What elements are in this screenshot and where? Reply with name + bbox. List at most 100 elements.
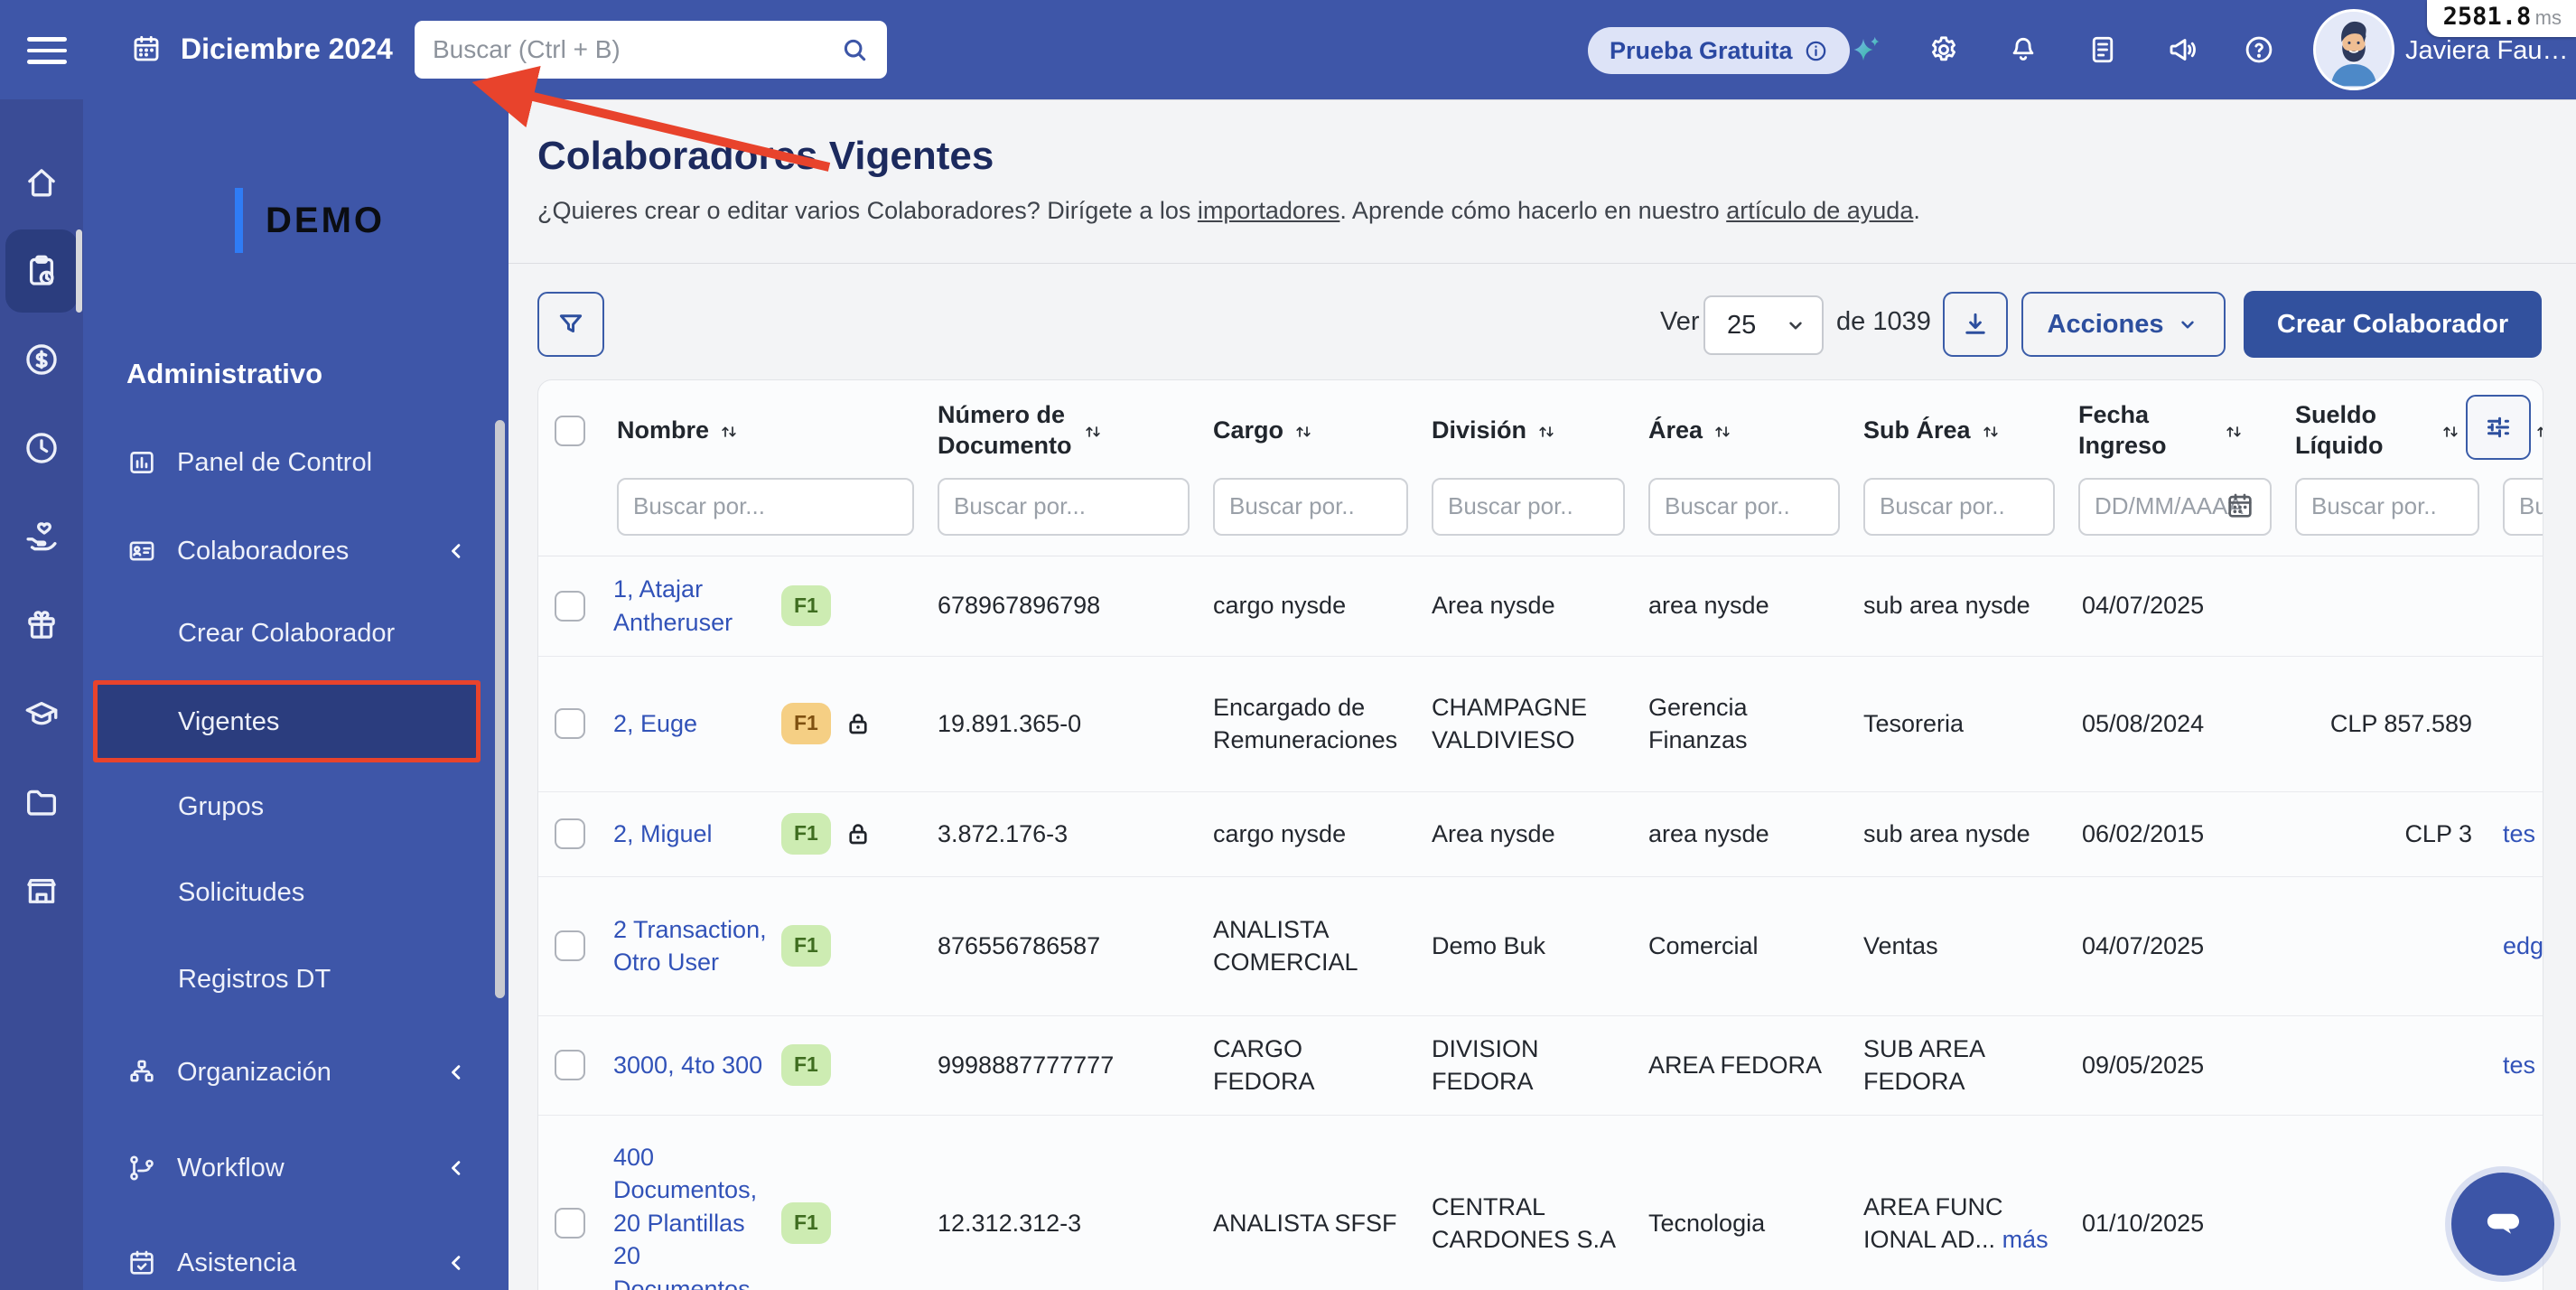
employee-name-link[interactable]: 3000, 4to 300 bbox=[613, 1049, 769, 1081]
table-row: 2, EugeF119.891.365-0Encargado de Remune… bbox=[538, 656, 2543, 791]
chevron-left-icon[interactable] bbox=[443, 1155, 469, 1181]
column-header-área: Área bbox=[1638, 416, 1853, 446]
column-settings-button[interactable] bbox=[2466, 395, 2531, 460]
sidebar-item-grupos[interactable]: Grupos bbox=[83, 778, 509, 836]
row-checkbox[interactable] bbox=[555, 818, 585, 849]
sidebar-item-workflow[interactable]: Workflow bbox=[83, 1139, 509, 1197]
employee-name-link[interactable]: 2, Miguel bbox=[613, 818, 769, 850]
sort-icon[interactable] bbox=[1082, 420, 1104, 442]
user-name[interactable]: Javiera Fau… bbox=[2405, 36, 2569, 66]
row-checkbox[interactable] bbox=[555, 708, 585, 739]
filter-input-número-de-documento[interactable] bbox=[938, 478, 1190, 536]
rail-scrollbar-thumb[interactable] bbox=[76, 229, 82, 313]
filter-input-sub-área[interactable] bbox=[1863, 478, 2055, 536]
row-checkbox[interactable] bbox=[555, 591, 585, 622]
sidebar-item-crear-colaborador[interactable]: Crear Colaborador bbox=[83, 604, 509, 662]
period-label[interactable]: Diciembre 2024 bbox=[181, 33, 393, 66]
chevron-left-icon[interactable] bbox=[443, 538, 469, 564]
employee-name-link[interactable]: 400 Documentos, 20 Plantillas 20 Documen… bbox=[613, 1141, 769, 1290]
rail-item-clock[interactable] bbox=[0, 407, 83, 490]
chat-widget-button[interactable] bbox=[2451, 1173, 2554, 1276]
rail-item-clipboard-clock[interactable] bbox=[0, 229, 83, 313]
chevron-left-icon[interactable] bbox=[443, 1250, 469, 1276]
sort-icon[interactable] bbox=[1535, 420, 1557, 442]
filter-input-cargo[interactable] bbox=[1213, 478, 1408, 536]
sidebar-item-label: Crear Colaborador bbox=[178, 619, 395, 649]
sort-icon[interactable] bbox=[2440, 420, 2461, 442]
cell-cargo: cargo nysde bbox=[1202, 575, 1421, 636]
select-all-checkbox[interactable] bbox=[555, 416, 585, 446]
sidebar-item-solicitudes[interactable]: Solicitudes bbox=[83, 864, 509, 921]
cell-extra bbox=[2492, 592, 2543, 621]
row-checkbox[interactable] bbox=[555, 1050, 585, 1080]
sidebar-item-label: Vigentes bbox=[178, 707, 279, 737]
row-checkbox[interactable] bbox=[555, 930, 585, 961]
extra-link[interactable]: tes bbox=[2503, 1052, 2535, 1079]
cell-division: Demo Buk bbox=[1421, 915, 1638, 977]
filter-input-m[interactable] bbox=[2503, 478, 2543, 536]
importadores-link[interactable]: importadores bbox=[1198, 197, 1340, 224]
table-row: 3000, 4to 300F19998887777777CARGO FEDORA… bbox=[538, 1015, 2543, 1115]
filter-input-sueldo-líquido[interactable] bbox=[2295, 478, 2479, 536]
rail-item-graduation-cap[interactable] bbox=[0, 672, 83, 755]
extra-link[interactable]: edg bbox=[2503, 932, 2543, 959]
employee-name-link[interactable]: 2, Euge bbox=[613, 707, 769, 740]
sidebar-scrollbar-thumb[interactable] bbox=[495, 420, 505, 998]
cell-document-number: 3.872.176-3 bbox=[927, 803, 1202, 865]
acciones-button[interactable]: Acciones bbox=[2021, 292, 2226, 357]
filter-input-fecha-ingreso[interactable] bbox=[2078, 478, 2272, 536]
help-icon[interactable] bbox=[2243, 33, 2275, 66]
sidebar-item-registros-dt[interactable]: Registros DT bbox=[83, 950, 509, 1008]
employee-name-link[interactable]: 2 Transaction, Otro User bbox=[613, 913, 769, 979]
filter-input-división[interactable] bbox=[1432, 478, 1625, 536]
cell-extra: tes bbox=[2492, 803, 2543, 865]
sparkle-icon[interactable] bbox=[1850, 33, 1882, 66]
rail-item-hand-heart[interactable] bbox=[0, 495, 83, 578]
download-button[interactable] bbox=[1943, 292, 2008, 357]
global-search[interactable] bbox=[415, 21, 887, 79]
sort-icon[interactable] bbox=[2534, 420, 2543, 442]
calendar-icon[interactable] bbox=[130, 33, 163, 65]
gear-icon[interactable] bbox=[1927, 33, 1960, 66]
rail-item-coin[interactable] bbox=[0, 318, 83, 401]
filter-input-área[interactable] bbox=[1648, 478, 1840, 536]
extra-link[interactable]: tes bbox=[2503, 820, 2535, 847]
hamburger-menu-icon[interactable] bbox=[27, 30, 69, 70]
filter-input-nombre[interactable] bbox=[617, 478, 914, 536]
help-article-link[interactable]: artículo de ayuda bbox=[1726, 197, 1913, 224]
sort-icon[interactable] bbox=[718, 420, 740, 442]
column-header-número-de-documento: Número de Documento bbox=[927, 400, 1202, 462]
rail-item-gift[interactable] bbox=[0, 584, 83, 667]
changelog-icon[interactable] bbox=[2086, 33, 2119, 66]
cell-sueldo-liquido bbox=[2284, 1051, 2492, 1080]
sidebar-item-colaboradores[interactable]: Colaboradores bbox=[83, 522, 509, 580]
sort-icon[interactable] bbox=[1293, 420, 1314, 442]
crear-colaborador-button[interactable]: Crear Colaborador bbox=[2244, 291, 2542, 358]
trial-badge[interactable]: Prueba Gratuita bbox=[1588, 27, 1850, 74]
mas-link[interactable]: más bbox=[1995, 1226, 2049, 1253]
rail-item-folder[interactable] bbox=[0, 761, 83, 844]
rail-item-archive[interactable] bbox=[0, 849, 83, 932]
sidebar-item-organizaci-n[interactable]: Organización bbox=[83, 1043, 509, 1101]
chevron-left-icon[interactable] bbox=[443, 1060, 469, 1085]
company-logo[interactable]: DEMO bbox=[266, 201, 385, 241]
column-label: Área bbox=[1648, 416, 1703, 446]
search-icon[interactable] bbox=[840, 35, 869, 64]
employee-name-link[interactable]: 1, Atajar Antheruser bbox=[613, 573, 769, 639]
sidebar-item-panel-de-control[interactable]: Panel de Control bbox=[83, 434, 509, 491]
row-checkbox[interactable] bbox=[555, 1208, 585, 1239]
sort-icon[interactable] bbox=[1712, 420, 1733, 442]
search-input[interactable] bbox=[433, 35, 840, 64]
sort-icon[interactable] bbox=[2223, 420, 2245, 442]
avatar[interactable] bbox=[2313, 9, 2394, 90]
acciones-label: Acciones bbox=[2048, 310, 2164, 340]
sort-icon[interactable] bbox=[1980, 420, 2002, 442]
megaphone-icon[interactable] bbox=[2166, 33, 2198, 66]
bell-icon[interactable] bbox=[2007, 33, 2039, 66]
filter-button[interactable] bbox=[537, 292, 604, 357]
sidebar-item-vigentes[interactable]: Vigentes bbox=[83, 693, 509, 751]
rail-item-home[interactable] bbox=[0, 141, 83, 224]
status-badge: F1 bbox=[781, 1044, 831, 1085]
sidebar-item-asistencia[interactable]: Asistencia bbox=[83, 1234, 509, 1290]
page-size-select[interactable]: 25 bbox=[1703, 295, 1824, 355]
